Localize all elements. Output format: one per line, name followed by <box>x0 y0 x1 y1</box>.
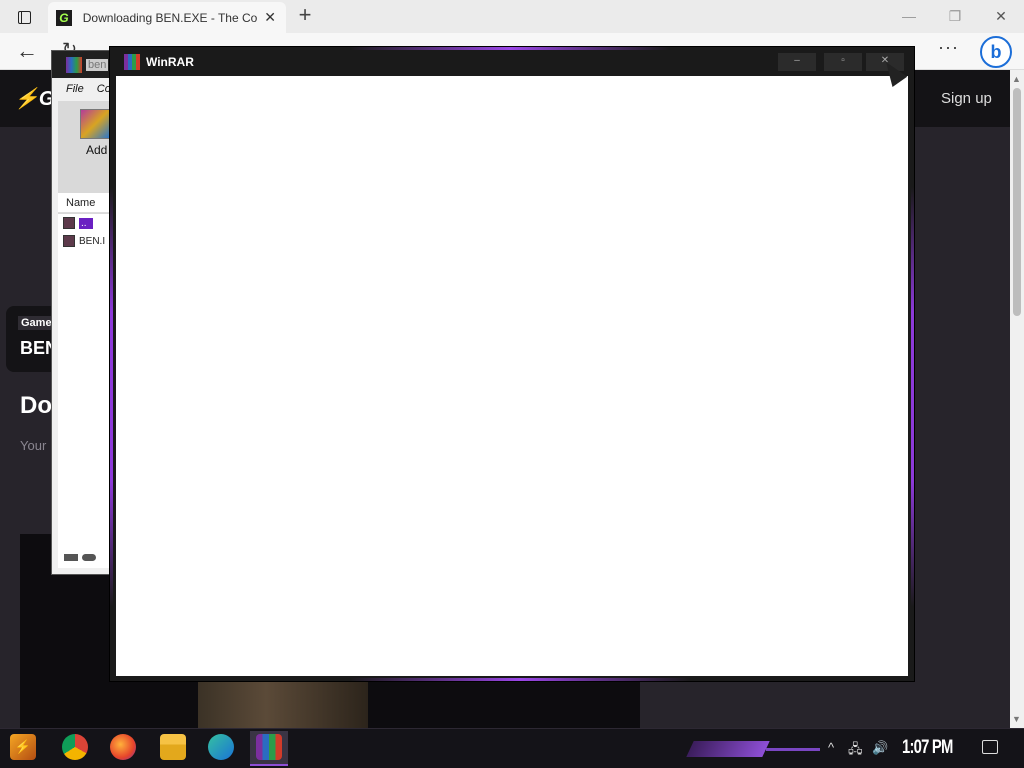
dialog-minimize-button[interactable]: – <box>778 53 816 71</box>
window-restore-button[interactable]: ❐ <box>943 6 967 26</box>
scrollbar-thumb[interactable] <box>1013 88 1021 316</box>
menu-file[interactable]: File <box>66 83 84 95</box>
tab-title: Downloading BEN.EXE - The Colle <box>82 10 259 25</box>
winrar-menu-bar: File Co <box>52 78 112 100</box>
game-tag: Game <box>18 316 55 330</box>
site-favicon-icon: G <box>56 9 72 26</box>
notification-icon[interactable] <box>982 740 998 754</box>
browser-tab[interactable]: G Downloading BEN.EXE - The Colle ✕ <box>48 2 286 33</box>
column-header-name[interactable]: Name <box>58 193 114 213</box>
bing-chat-icon[interactable]: b <box>980 36 1012 68</box>
window-close-button[interactable]: ✕ <box>989 6 1013 26</box>
dialog-content-area <box>116 76 908 676</box>
dialog-title: WinRAR <box>146 55 194 69</box>
chrome-icon[interactable] <box>62 734 88 760</box>
winrar-icon <box>66 56 82 73</box>
add-archive-icon[interactable] <box>80 109 110 139</box>
file-explorer-icon[interactable] <box>160 734 186 760</box>
archive-window-title: ben <box>86 58 109 71</box>
back-icon[interactable]: ← <box>16 39 38 63</box>
site-logo[interactable]: ⚡G <box>14 86 54 111</box>
exe-file-icon <box>63 235 75 247</box>
page-title: Do <box>20 392 52 419</box>
start-icon[interactable]: ⚡ <box>10 734 36 760</box>
list-item-label: .. <box>79 217 93 229</box>
firefox-icon[interactable] <box>110 734 136 760</box>
taskbar-decoration <box>686 741 770 757</box>
window-glow-bottom <box>350 678 690 681</box>
dialog-maximize-button[interactable]: ▫ <box>824 53 862 71</box>
tab-actions-icon[interactable] <box>10 6 38 28</box>
list-item[interactable]: .. <box>58 214 114 232</box>
taskbar <box>0 728 1024 768</box>
page-subtext: Your <box>20 438 47 453</box>
network-icon[interactable]: 🖧 <box>848 740 863 762</box>
sign-up-link[interactable]: Sign up <box>941 90 992 107</box>
browser-tab-bar: G Downloading BEN.EXE - The Colle ✕ + — … <box>0 0 1024 33</box>
taskbar-clock[interactable]: 1:07 PM <box>902 737 953 759</box>
taskbar-decoration-line <box>766 748 820 751</box>
winrar-archive-window[interactable]: ben File Co Add ↑ Name .. BEN.I <box>51 50 114 575</box>
tab-close-icon[interactable]: ✕ <box>262 9 278 26</box>
winrar-dialog-window[interactable]: WinRAR – ▫ ✕ <box>109 46 915 682</box>
scroll-up-icon[interactable]: ▲ <box>1012 74 1021 84</box>
video-thumbnail <box>198 682 368 728</box>
edge-icon[interactable] <box>208 734 234 760</box>
file-list: .. BEN.I <box>58 214 114 568</box>
key-icon <box>82 553 96 561</box>
tray-chevron-icon[interactable]: ^ <box>828 740 834 755</box>
new-tab-button[interactable]: + <box>294 3 316 27</box>
winrar-archive-titlebar[interactable]: ben <box>52 51 112 78</box>
list-item-label: BEN.I <box>79 235 106 247</box>
scroll-down-icon[interactable]: ▼ <box>1012 714 1021 724</box>
list-item[interactable]: BEN.I <box>58 232 114 250</box>
drive-icon <box>64 553 78 561</box>
winrar-icon <box>124 54 140 70</box>
winrar-icon[interactable] <box>256 734 282 760</box>
folder-up-icon <box>63 217 75 229</box>
winrar-status-bar <box>58 547 114 567</box>
add-button-label[interactable]: Add <box>86 143 107 157</box>
window-minimize-button[interactable]: — <box>897 6 921 26</box>
volume-icon[interactable]: 🔊 <box>872 740 888 756</box>
more-options-icon[interactable]: ··· <box>938 37 959 58</box>
window-glow-top <box>350 47 670 50</box>
